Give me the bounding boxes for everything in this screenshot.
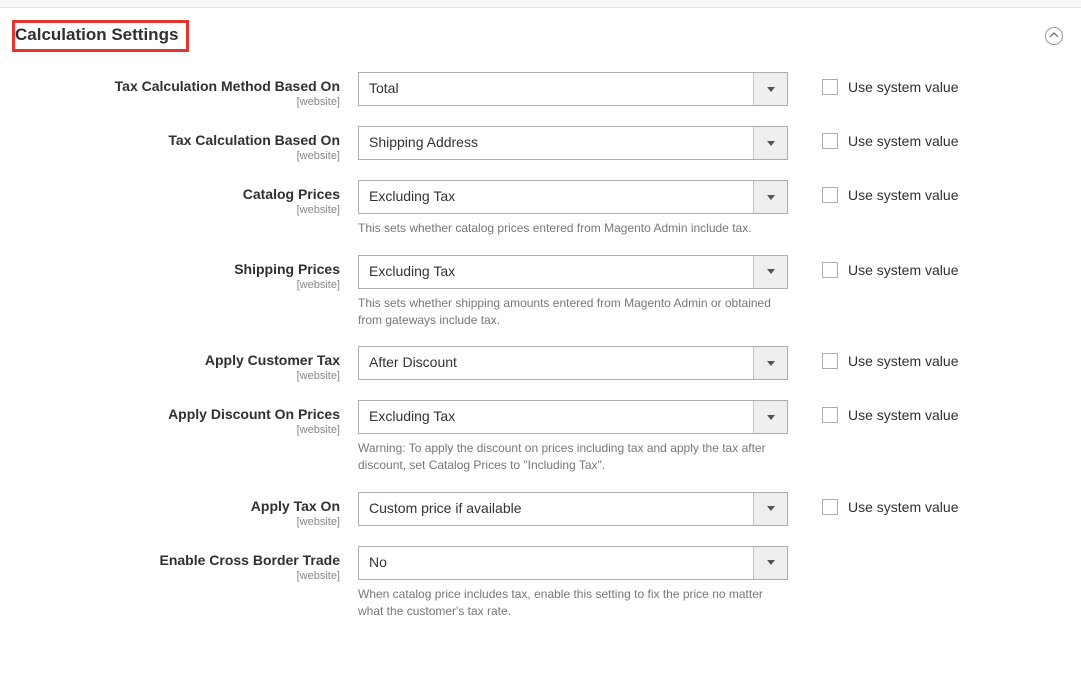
scope-label: [website] bbox=[18, 516, 340, 528]
field-apply-customer-tax: Apply Customer Tax [website] After Disco… bbox=[18, 346, 1063, 382]
use-system-value: Use system value bbox=[788, 346, 958, 369]
label-apply-discount-on-prices: Apply Discount On Prices bbox=[168, 406, 340, 422]
chevron-down-icon bbox=[753, 493, 787, 525]
section-header[interactable]: Calculation Settings bbox=[0, 8, 1081, 62]
chevron-down-icon bbox=[753, 547, 787, 579]
field-shipping-prices: Shipping Prices [website] Excluding Tax … bbox=[18, 255, 1063, 329]
use-system-value-label: Use system value bbox=[848, 79, 958, 95]
checkbox-use-system-value[interactable] bbox=[822, 133, 838, 149]
chevron-down-icon bbox=[753, 401, 787, 433]
scope-label: [website] bbox=[18, 96, 340, 108]
use-system-value-label: Use system value bbox=[848, 187, 958, 203]
select-value: After Discount bbox=[359, 347, 753, 379]
label-apply-customer-tax: Apply Customer Tax bbox=[205, 352, 340, 368]
select-value: Excluding Tax bbox=[359, 401, 753, 433]
help-text-cross-border: When catalog price includes tax, enable … bbox=[358, 586, 788, 620]
label-shipping-prices: Shipping Prices bbox=[234, 261, 340, 277]
checkbox-use-system-value[interactable] bbox=[822, 79, 838, 95]
chevron-down-icon bbox=[753, 73, 787, 105]
select-shipping-prices[interactable]: Excluding Tax bbox=[358, 255, 788, 289]
chevron-down-icon bbox=[753, 347, 787, 379]
scope-label: [website] bbox=[18, 150, 340, 162]
use-system-value-label: Use system value bbox=[848, 407, 958, 423]
help-text-apply-discount: Warning: To apply the discount on prices… bbox=[358, 440, 788, 474]
form-area: Tax Calculation Method Based On [website… bbox=[0, 62, 1081, 668]
select-value: No bbox=[359, 547, 753, 579]
scope-label: [website] bbox=[18, 370, 340, 382]
section-title-highlight: Calculation Settings bbox=[12, 20, 189, 52]
scope-label: [website] bbox=[18, 570, 340, 582]
use-system-value: Use system value bbox=[788, 400, 958, 423]
checkbox-use-system-value[interactable] bbox=[822, 353, 838, 369]
label-catalog-prices: Catalog Prices bbox=[243, 186, 340, 202]
checkbox-use-system-value[interactable] bbox=[822, 499, 838, 515]
use-system-value-label: Use system value bbox=[848, 499, 958, 515]
select-catalog-prices[interactable]: Excluding Tax bbox=[358, 180, 788, 214]
select-value: Excluding Tax bbox=[359, 181, 753, 213]
scope-label: [website] bbox=[18, 279, 340, 291]
label-tax-calc-based-on: Tax Calculation Based On bbox=[168, 132, 340, 148]
use-system-value-label: Use system value bbox=[848, 262, 958, 278]
use-system-value-label: Use system value bbox=[848, 133, 958, 149]
scope-label: [website] bbox=[18, 204, 340, 216]
use-system-value: Use system value bbox=[788, 72, 958, 95]
top-divider bbox=[0, 0, 1081, 8]
select-apply-tax-on[interactable]: Custom price if available bbox=[358, 492, 788, 526]
select-value: Total bbox=[359, 73, 753, 105]
select-tax-calc-based-on[interactable]: Shipping Address bbox=[358, 126, 788, 160]
collapse-icon[interactable] bbox=[1045, 27, 1063, 45]
label-tax-calc-method: Tax Calculation Method Based On bbox=[115, 78, 340, 94]
chevron-down-icon bbox=[753, 256, 787, 288]
select-tax-calc-method[interactable]: Total bbox=[358, 72, 788, 106]
select-value: Shipping Address bbox=[359, 127, 753, 159]
select-value: Custom price if available bbox=[359, 493, 753, 525]
field-catalog-prices: Catalog Prices [website] Excluding Tax T… bbox=[18, 180, 1063, 237]
chevron-down-icon bbox=[753, 127, 787, 159]
use-system-value: Use system value bbox=[788, 126, 958, 149]
label-enable-cross-border: Enable Cross Border Trade bbox=[159, 552, 340, 568]
checkbox-use-system-value[interactable] bbox=[822, 187, 838, 203]
checkbox-use-system-value[interactable] bbox=[822, 262, 838, 278]
select-apply-discount-on-prices[interactable]: Excluding Tax bbox=[358, 400, 788, 434]
use-system-value: Use system value bbox=[788, 180, 958, 203]
select-apply-customer-tax[interactable]: After Discount bbox=[358, 346, 788, 380]
help-text-catalog-prices: This sets whether catalog prices entered… bbox=[358, 220, 788, 237]
scope-label: [website] bbox=[18, 424, 340, 436]
select-enable-cross-border[interactable]: No bbox=[358, 546, 788, 580]
chevron-down-icon bbox=[753, 181, 787, 213]
section-title: Calculation Settings bbox=[15, 25, 178, 44]
help-text-shipping-prices: This sets whether shipping amounts enter… bbox=[358, 295, 788, 329]
field-enable-cross-border: Enable Cross Border Trade [website] No W… bbox=[18, 546, 1063, 620]
field-apply-discount-on-prices: Apply Discount On Prices [website] Exclu… bbox=[18, 400, 1063, 474]
field-apply-tax-on: Apply Tax On [website] Custom price if a… bbox=[18, 492, 1063, 528]
checkbox-use-system-value[interactable] bbox=[822, 407, 838, 423]
select-value: Excluding Tax bbox=[359, 256, 753, 288]
use-system-value-label: Use system value bbox=[848, 353, 958, 369]
field-tax-calc-method: Tax Calculation Method Based On [website… bbox=[18, 72, 1063, 108]
use-system-value: Use system value bbox=[788, 255, 958, 278]
field-tax-calc-based-on: Tax Calculation Based On [website] Shipp… bbox=[18, 126, 1063, 162]
label-apply-tax-on: Apply Tax On bbox=[251, 498, 340, 514]
use-system-value: Use system value bbox=[788, 492, 958, 515]
